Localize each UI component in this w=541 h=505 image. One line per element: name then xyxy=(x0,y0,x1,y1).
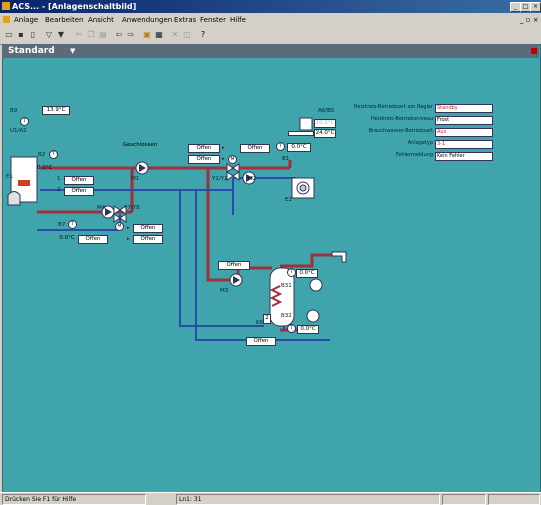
m2-label: M2 xyxy=(248,176,257,182)
info-panel: Heizkreis-Betriebsart am Regler Standby … xyxy=(345,104,535,164)
e1-stage1-state[interactable]: Offen xyxy=(64,176,94,185)
pipe-schematic xyxy=(7,117,347,341)
info-value-heizkreis-betriebsniveau: Frost xyxy=(435,116,493,125)
a6b5-value-2: 24.0°C xyxy=(314,129,336,138)
b7-label: B7 xyxy=(58,222,66,228)
b32-label: B32 xyxy=(281,313,292,319)
a6b5-slider[interactable] xyxy=(288,131,314,136)
b32-state[interactable]: Offen xyxy=(246,337,276,346)
info-value-heizkreis-betriebsart: Standby xyxy=(435,104,493,113)
status-position: Ln1: 31 xyxy=(176,494,440,505)
m3-label: M3 xyxy=(220,288,229,294)
e2-label: E2 xyxy=(285,197,292,203)
b32-temp: 0.0°C xyxy=(297,325,319,334)
b7-state[interactable]: Offen xyxy=(78,235,108,244)
y7y8-motor-icon: M xyxy=(115,222,124,231)
a6b5-value-1: 10.0°C xyxy=(314,119,336,128)
status-bar: Drücken Sie F1 für Hilfe Ln1: 31 xyxy=(0,492,541,505)
y1y2-label: Y1/Y2 xyxy=(212,176,228,182)
b32-sensor-icon: T xyxy=(287,324,296,333)
y1y2-state-1[interactable]: Offen xyxy=(188,144,220,153)
b1-sensor-icon: T xyxy=(276,142,285,151)
k6-switch-icon: 2 xyxy=(263,314,271,324)
b2-temp: 0.0°C xyxy=(37,165,53,171)
info-label-heizkreis-betriebsart: Heizkreis-Betriebsart am Regler xyxy=(353,104,433,110)
outdoor-sensor-icon xyxy=(299,117,313,131)
b9-value: 13.9°C xyxy=(42,106,70,115)
m4-label: M4 xyxy=(97,205,106,211)
status-pane-1 xyxy=(442,494,486,505)
b9-sensor-icon: T xyxy=(20,117,29,126)
y7y8-arrow-icon: ▸ xyxy=(127,225,130,231)
pump-k6 xyxy=(306,309,320,323)
e1-stage2-state[interactable]: Offen xyxy=(64,187,94,196)
b7-sensor-icon: T xyxy=(68,220,77,229)
b31-label: B31 xyxy=(281,283,292,289)
b31-temp: 0.0°C xyxy=(296,269,318,278)
pump-dhw xyxy=(309,278,323,292)
b2-sensor-icon: T xyxy=(49,150,58,159)
y7y8-state-1[interactable]: Offen xyxy=(133,224,163,233)
u1a2-label: U1/A2 xyxy=(10,128,27,134)
b1-label: B1 xyxy=(282,156,290,162)
a6b5-label: A6/B5 xyxy=(318,108,335,114)
info-value-brauchwasser-betriebsart: Aus xyxy=(435,128,493,137)
stage-2-label: 2 xyxy=(57,187,61,193)
status-help-text: Drücken Sie F1 für Hilfe xyxy=(2,494,146,505)
m3-state[interactable]: Offen xyxy=(218,261,250,270)
info-label-heizkreis-betriebsniveau: Heizkreis-Betriebsniveau xyxy=(371,116,433,122)
stage-1-label: 1 xyxy=(57,176,61,182)
b2-label: B2 xyxy=(38,152,46,158)
info-label-brauchwasser-betriebsart: Brauchwasser-Betriebsart xyxy=(368,128,433,134)
info-label-fehlermeldung: Fehlermeldung xyxy=(395,152,433,158)
m1-label: M1 xyxy=(131,176,140,182)
status-pane-2 xyxy=(488,494,540,505)
e1-label: E1 xyxy=(6,174,13,180)
info-label-anlagetyp: Anlagetyp xyxy=(407,140,433,146)
info-value-fehlermeldung: Kein Fehler xyxy=(435,152,493,161)
b7-temp: 0.0°C xyxy=(59,235,75,241)
tap-icon xyxy=(331,251,347,263)
y1y2-arrow-icon: ▸ xyxy=(222,145,225,151)
b9-label: B9 xyxy=(10,108,18,114)
y1y2-arrow-icon-2: ▸ xyxy=(222,156,225,162)
m1-state: Geschlossen xyxy=(122,142,158,148)
y1y2-motor-icon: M xyxy=(228,155,237,164)
y7y8-label: Y7/Y8 xyxy=(124,205,140,211)
y7y8-arrow-icon-2: ▸ xyxy=(127,236,130,242)
info-value-anlagetyp: 3-1 xyxy=(435,140,493,149)
y7y8-state-2[interactable]: Offen xyxy=(133,235,163,244)
b31-sensor-icon: T xyxy=(287,268,296,277)
m2-state[interactable]: Offen xyxy=(240,144,270,153)
b1-temp: 0.0°C xyxy=(287,143,311,152)
y1y2-state-2[interactable]: Offen xyxy=(188,155,220,164)
